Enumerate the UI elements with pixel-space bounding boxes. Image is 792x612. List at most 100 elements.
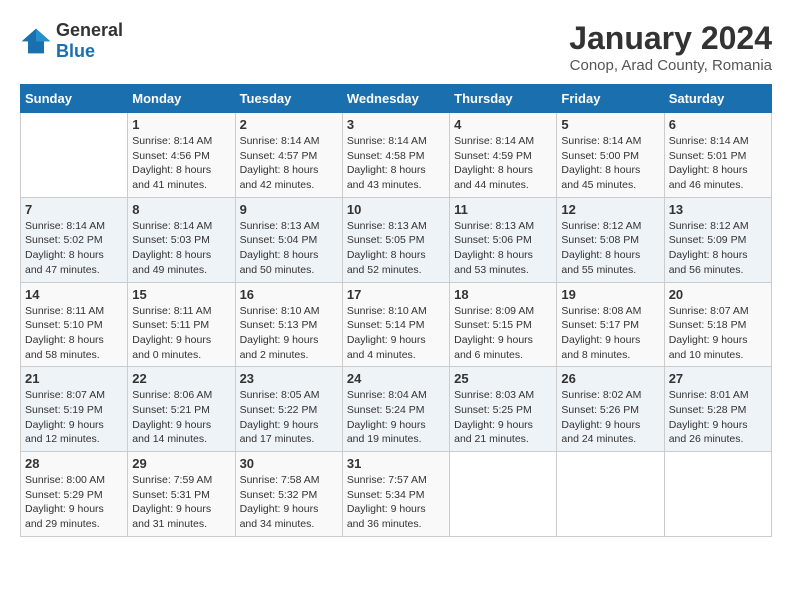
day-info: Sunrise: 8:06 AMSunset: 5:21 PMDaylight:… xyxy=(132,388,230,447)
main-title: January 2024 xyxy=(569,20,772,57)
day-cell xyxy=(21,113,128,198)
week-row-4: 28 Sunrise: 8:00 AMSunset: 5:29 PMDayligh… xyxy=(21,452,772,537)
day-cell: 11 Sunrise: 8:13 AMSunset: 5:06 PMDayligh… xyxy=(450,197,557,282)
day-cell: 26Sunrise: 8:02 AMSunset: 5:26 PMDayligh… xyxy=(557,367,664,452)
day-cell: 31Sunrise: 7:57 AMSunset: 5:34 PMDayligh… xyxy=(342,452,449,537)
day-info: Sunrise: 8:12 AMSunset: 5:08 PMDaylight:… xyxy=(561,219,659,278)
day-info: Sunrise: 8:05 AMSunset: 5:22 PMDaylight:… xyxy=(240,388,338,447)
day-number: 28 xyxy=(25,456,123,471)
logo-general: General xyxy=(56,20,123,40)
day-info: Sunrise: 8:11 AMSunset: 5:11 PMDaylight:… xyxy=(132,304,230,363)
day-info: Sunrise: 8:14 AMSunset: 5:00 PMDaylight:… xyxy=(561,134,659,193)
day-number: 8 xyxy=(132,202,230,217)
day-cell: 23Sunrise: 8:05 AMSunset: 5:22 PMDayligh… xyxy=(235,367,342,452)
day-cell: 15 Sunrise: 8:11 AMSunset: 5:11 PMDayligh… xyxy=(128,282,235,367)
day-number: 2 xyxy=(240,117,338,132)
day-info: Sunrise: 8:04 AMSunset: 5:24 PMDaylight:… xyxy=(347,388,445,447)
day-info: Sunrise: 8:14 AMSunset: 5:02 PMDaylight:… xyxy=(25,219,123,278)
day-cell: 8 Sunrise: 8:14 AMSunset: 5:03 PMDaylight… xyxy=(128,197,235,282)
day-cell: 14 Sunrise: 8:11 AMSunset: 5:10 PMDayligh… xyxy=(21,282,128,367)
day-number: 27 xyxy=(669,371,767,386)
day-number: 14 xyxy=(25,287,123,302)
day-cell xyxy=(557,452,664,537)
day-info: Sunrise: 7:57 AMSunset: 5:34 PMDaylight:… xyxy=(347,473,445,532)
day-number: 4 xyxy=(454,117,552,132)
day-number: 24 xyxy=(347,371,445,386)
day-cell: 6 Sunrise: 8:14 AMSunset: 5:01 PMDaylight… xyxy=(664,113,771,198)
day-info: Sunrise: 8:12 AMSunset: 5:09 PMDaylight:… xyxy=(669,219,767,278)
day-number: 22 xyxy=(132,371,230,386)
day-cell: 22 Sunrise: 8:06 AMSunset: 5:21 PMDayligh… xyxy=(128,367,235,452)
day-number: 3 xyxy=(347,117,445,132)
day-number: 11 xyxy=(454,202,552,217)
day-number: 12 xyxy=(561,202,659,217)
day-info: Sunrise: 8:13 AMSunset: 5:04 PMDaylight:… xyxy=(240,219,338,278)
day-info: Sunrise: 8:14 AMSunset: 4:58 PMDaylight:… xyxy=(347,134,445,193)
day-cell: 3 Sunrise: 8:14 AMSunset: 4:58 PMDaylight… xyxy=(342,113,449,198)
day-info: Sunrise: 8:07 AMSunset: 5:18 PMDaylight:… xyxy=(669,304,767,363)
day-cell: 19Sunrise: 8:08 AMSunset: 5:17 PMDayligh… xyxy=(557,282,664,367)
day-cell: 13 Sunrise: 8:12 AMSunset: 5:09 PMDayligh… xyxy=(664,197,771,282)
week-row-2: 14 Sunrise: 8:11 AMSunset: 5:10 PMDayligh… xyxy=(21,282,772,367)
day-cell: 12 Sunrise: 8:12 AMSunset: 5:08 PMDayligh… xyxy=(557,197,664,282)
day-info: Sunrise: 8:10 AMSunset: 5:13 PMDaylight:… xyxy=(240,304,338,363)
day-number: 9 xyxy=(240,202,338,217)
day-info: Sunrise: 8:13 AMSunset: 5:05 PMDaylight:… xyxy=(347,219,445,278)
header-day-friday: Friday xyxy=(557,85,664,113)
day-cell: 24 Sunrise: 8:04 AMSunset: 5:24 PMDayligh… xyxy=(342,367,449,452)
day-cell: 4 Sunrise: 8:14 AMSunset: 4:59 PMDaylight… xyxy=(450,113,557,198)
day-info: Sunrise: 8:14 AMSunset: 5:01 PMDaylight:… xyxy=(669,134,767,193)
day-info: Sunrise: 8:02 AMSunset: 5:26 PMDaylight:… xyxy=(561,388,659,447)
day-number: 10 xyxy=(347,202,445,217)
day-info: Sunrise: 8:13 AMSunset: 5:06 PMDaylight:… xyxy=(454,219,552,278)
day-info: Sunrise: 8:14 AMSunset: 4:59 PMDaylight:… xyxy=(454,134,552,193)
title-area: January 2024 Conop, Arad County, Romania xyxy=(569,20,772,74)
day-cell: 28 Sunrise: 8:00 AMSunset: 5:29 PMDayligh… xyxy=(21,452,128,537)
day-info: Sunrise: 8:11 AMSunset: 5:10 PMDaylight:… xyxy=(25,304,123,363)
header-day-sunday: Sunday xyxy=(21,85,128,113)
day-number: 29 xyxy=(132,456,230,471)
day-info: Sunrise: 8:03 AMSunset: 5:25 PMDaylight:… xyxy=(454,388,552,447)
day-number: 1 xyxy=(132,117,230,132)
day-number: 15 xyxy=(132,287,230,302)
logo: General Blue xyxy=(20,20,123,62)
day-info: Sunrise: 8:09 AMSunset: 5:15 PMDaylight:… xyxy=(454,304,552,363)
day-cell: 5Sunrise: 8:14 AMSunset: 5:00 PMDaylight… xyxy=(557,113,664,198)
day-cell: 7 Sunrise: 8:14 AMSunset: 5:02 PMDaylight… xyxy=(21,197,128,282)
day-number: 25 xyxy=(454,371,552,386)
header-day-wednesday: Wednesday xyxy=(342,85,449,113)
day-cell: 2Sunrise: 8:14 AMSunset: 4:57 PMDaylight… xyxy=(235,113,342,198)
day-cell: 1 Sunrise: 8:14 AMSunset: 4:56 PMDaylight… xyxy=(128,113,235,198)
day-info: Sunrise: 8:14 AMSunset: 4:56 PMDaylight:… xyxy=(132,134,230,193)
header: General Blue January 2024 Conop, Arad Co… xyxy=(20,20,772,74)
header-day-monday: Monday xyxy=(128,85,235,113)
day-cell: 18 Sunrise: 8:09 AMSunset: 5:15 PMDayligh… xyxy=(450,282,557,367)
header-row: SundayMondayTuesdayWednesdayThursdayFrid… xyxy=(21,85,772,113)
day-number: 7 xyxy=(25,202,123,217)
logo-blue: Blue xyxy=(56,41,95,61)
day-number: 18 xyxy=(454,287,552,302)
day-cell: 9 Sunrise: 8:13 AMSunset: 5:04 PMDaylight… xyxy=(235,197,342,282)
day-number: 13 xyxy=(669,202,767,217)
day-number: 30 xyxy=(240,456,338,471)
day-number: 16 xyxy=(240,287,338,302)
day-info: Sunrise: 7:58 AMSunset: 5:32 PMDaylight:… xyxy=(240,473,338,532)
week-row-1: 7 Sunrise: 8:14 AMSunset: 5:02 PMDaylight… xyxy=(21,197,772,282)
day-cell xyxy=(450,452,557,537)
day-number: 6 xyxy=(669,117,767,132)
day-number: 19 xyxy=(561,287,659,302)
day-cell: 29Sunrise: 7:59 AMSunset: 5:31 PMDayligh… xyxy=(128,452,235,537)
day-info: Sunrise: 8:00 AMSunset: 5:29 PMDaylight:… xyxy=(25,473,123,532)
day-info: Sunrise: 8:14 AMSunset: 5:03 PMDaylight:… xyxy=(132,219,230,278)
header-day-saturday: Saturday xyxy=(664,85,771,113)
day-cell xyxy=(664,452,771,537)
day-number: 17 xyxy=(347,287,445,302)
day-info: Sunrise: 8:01 AMSunset: 5:28 PMDaylight:… xyxy=(669,388,767,447)
day-number: 20 xyxy=(669,287,767,302)
calendar: SundayMondayTuesdayWednesdayThursdayFrid… xyxy=(20,84,772,537)
day-cell: 16 Sunrise: 8:10 AMSunset: 5:13 PMDayligh… xyxy=(235,282,342,367)
logo-text: General Blue xyxy=(56,20,123,62)
day-cell: 30 Sunrise: 7:58 AMSunset: 5:32 PMDayligh… xyxy=(235,452,342,537)
day-cell: 25 Sunrise: 8:03 AMSunset: 5:25 PMDayligh… xyxy=(450,367,557,452)
week-row-0: 1 Sunrise: 8:14 AMSunset: 4:56 PMDaylight… xyxy=(21,113,772,198)
